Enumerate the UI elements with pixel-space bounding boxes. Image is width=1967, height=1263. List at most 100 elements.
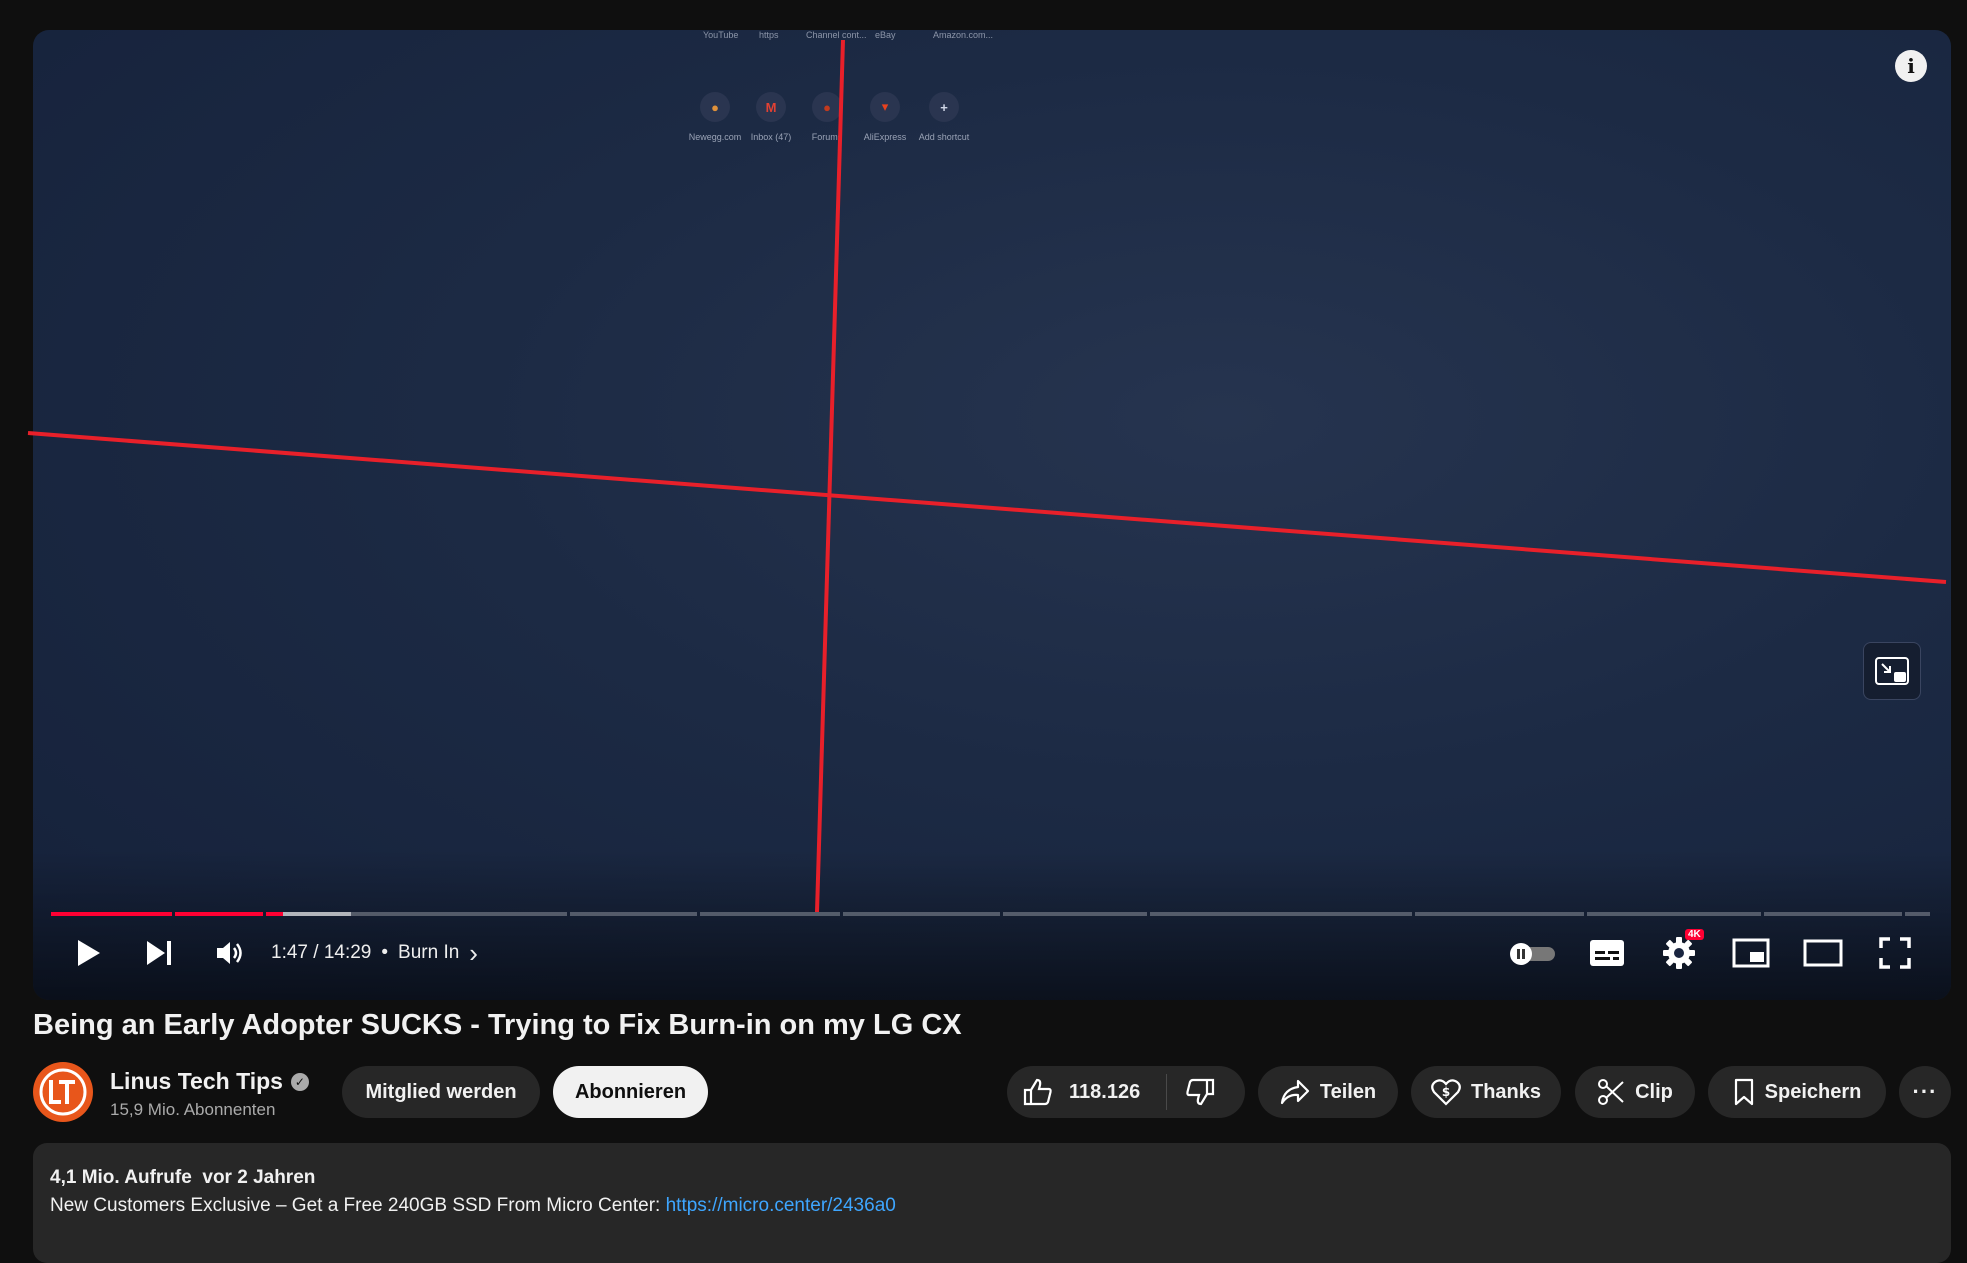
progress-played: [175, 912, 263, 916]
fullscreen-button[interactable]: [1865, 925, 1925, 981]
progress-played: [51, 912, 173, 916]
progress-chapter-segment[interactable]: [700, 912, 841, 916]
volume-button[interactable]: [205, 925, 257, 981]
chevron-right-icon[interactable]: ›: [469, 938, 478, 969]
duration: 14:29: [323, 942, 372, 963]
like-count[interactable]: 118.126: [1069, 1081, 1140, 1104]
miniplayer-icon: [1732, 938, 1770, 968]
progress-chapter-segment[interactable]: [1904, 912, 1930, 916]
browser-shortcut-labels: YouTube https Channel cont... eBay Amazo…: [703, 30, 1023, 44]
forums-icon: ●: [812, 92, 842, 122]
subtitles-icon: [1590, 940, 1624, 966]
description-body: New Customers Exclusive – Get a Free 240…: [50, 1195, 666, 1216]
share-label: Teilen: [1319, 1080, 1377, 1103]
next-icon: [147, 941, 171, 965]
like-divider: [1166, 1074, 1168, 1110]
shortcut-tile: M Inbox (47): [741, 92, 801, 142]
description-box[interactable]: 4,1 Mio. Aufrufe vor 2 Jahren New Custom…: [33, 1143, 1951, 1263]
fullscreen-icon: [1879, 937, 1911, 969]
shortcut-label: AliExpress: [863, 132, 907, 142]
shortcut-label-top: YouTube: [703, 30, 739, 40]
like-dislike-group: 118.126: [1007, 1066, 1245, 1118]
subscribe-button[interactable]: Abonnieren: [553, 1066, 708, 1118]
more-icon: ···: [1912, 1079, 1938, 1104]
progress-chapter-segment[interactable]: [570, 912, 698, 916]
progress-chapter-segment[interactable]: [51, 912, 173, 916]
subscriber-count: 15,9 Mio. Abonnenten: [110, 1100, 276, 1119]
play-button[interactable]: [63, 925, 115, 981]
clip-button[interactable]: Clip: [1575, 1066, 1695, 1118]
add-shortcut-icon: +: [929, 92, 959, 122]
newegg-icon: ●: [700, 92, 730, 122]
progress-chapter-segment[interactable]: [1150, 912, 1413, 916]
theater-icon: [1803, 939, 1843, 967]
description-meta: 4,1 Mio. Aufrufe vor 2 Jahren: [50, 1167, 315, 1189]
shortcut-label-top: https: [759, 30, 779, 40]
shortcut-label: Forums: [811, 132, 843, 142]
shortcut-tile: + Add shortcut: [914, 92, 974, 142]
player-controls: 1:47 / 14:29 • Burn In › 4K: [33, 925, 1951, 981]
current-time: 1:47: [271, 942, 308, 963]
theater-mode-button[interactable]: [1793, 925, 1853, 981]
info-icon[interactable]: i: [1895, 50, 1927, 82]
thanks-label: Thanks: [1470, 1080, 1542, 1103]
thanks-button[interactable]: $ Thanks: [1411, 1066, 1561, 1118]
progress-chapter-segment[interactable]: [175, 912, 263, 916]
save-button[interactable]: Speichern: [1708, 1066, 1886, 1118]
progress-bar[interactable]: [51, 912, 1933, 916]
video-player[interactable]: YouTube https Channel cont... eBay Amazo…: [33, 30, 1951, 1000]
channel-name-text[interactable]: Linus Tech Tips: [110, 1068, 283, 1095]
aliexpress-icon: ▾: [870, 92, 900, 122]
dislike-icon[interactable]: [1185, 1078, 1215, 1106]
verified-icon: ✓: [290, 1072, 309, 1091]
like-icon[interactable]: [1023, 1078, 1053, 1106]
exit-miniplayer-button[interactable]: [1863, 642, 1921, 700]
clip-label: Clip: [1635, 1080, 1673, 1103]
progress-chapter-segment[interactable]: [1586, 912, 1761, 916]
autoplay-toggle[interactable]: [1503, 925, 1563, 981]
volume-icon: [217, 942, 242, 964]
progress-chapter-segment[interactable]: [1415, 912, 1584, 916]
join-label: Mitglied werden: [365, 1080, 517, 1103]
shortcut-label-top: eBay: [875, 30, 896, 40]
miniplayer-button[interactable]: [1721, 925, 1781, 981]
autoplay-toggle-icon: [1510, 943, 1555, 965]
ltt-logo-icon: [39, 1068, 87, 1116]
settings-icon: [1663, 937, 1695, 969]
channel-avatar[interactable]: [33, 1062, 93, 1122]
view-count: 4,1 Mio. Aufrufe: [50, 1167, 192, 1188]
settings-button[interactable]: 4K: [1649, 925, 1709, 981]
share-icon: [1280, 1079, 1309, 1105]
join-button[interactable]: Mitglied werden: [342, 1066, 540, 1118]
time-separator: •: [381, 942, 389, 963]
shortcut-label-top: Amazon.com...: [933, 30, 994, 40]
video-title: Being an Early Adopter SUCKS - Trying to…: [33, 1009, 962, 1041]
scissors-icon: [1598, 1079, 1624, 1105]
bookmark-icon: [1734, 1078, 1753, 1106]
quality-badge: 4K: [1685, 929, 1704, 940]
play-icon: [78, 940, 100, 966]
shortcut-label: Add shortcut: [918, 132, 970, 142]
subtitles-button[interactable]: [1577, 925, 1637, 981]
shortcut-label-top: Channel cont...: [806, 30, 867, 40]
shortcut-tile: ● Newegg.com: [685, 92, 745, 142]
subscribe-label: Abonnieren: [574, 1080, 687, 1103]
thanks-heart-icon: $: [1431, 1079, 1461, 1106]
chapter-title[interactable]: Burn In: [398, 942, 459, 964]
description-text: New Customers Exclusive – Get a Free 240…: [50, 1195, 896, 1217]
time-display: 1:47 / 14:29 • Burn In ›: [271, 937, 478, 969]
progress-chapter-segment[interactable]: [843, 912, 1001, 916]
svg-text:$: $: [1442, 1085, 1450, 1099]
save-label: Speichern: [1764, 1080, 1862, 1103]
upload-age: vor 2 Jahren: [202, 1167, 316, 1188]
progress-chapter-segment[interactable]: [265, 912, 568, 916]
more-actions-button[interactable]: ···: [1899, 1066, 1951, 1118]
description-link[interactable]: https://micro.center/2436a0: [666, 1195, 896, 1216]
shortcut-tile: ● Forums: [797, 92, 857, 142]
progress-played: [265, 912, 283, 916]
next-button[interactable]: [133, 925, 185, 981]
share-button[interactable]: Teilen: [1258, 1066, 1398, 1118]
progress-chapter-segment[interactable]: [1763, 912, 1902, 916]
channel-name[interactable]: Linus Tech Tips ✓: [110, 1068, 309, 1095]
progress-chapter-segment[interactable]: [1003, 912, 1148, 916]
